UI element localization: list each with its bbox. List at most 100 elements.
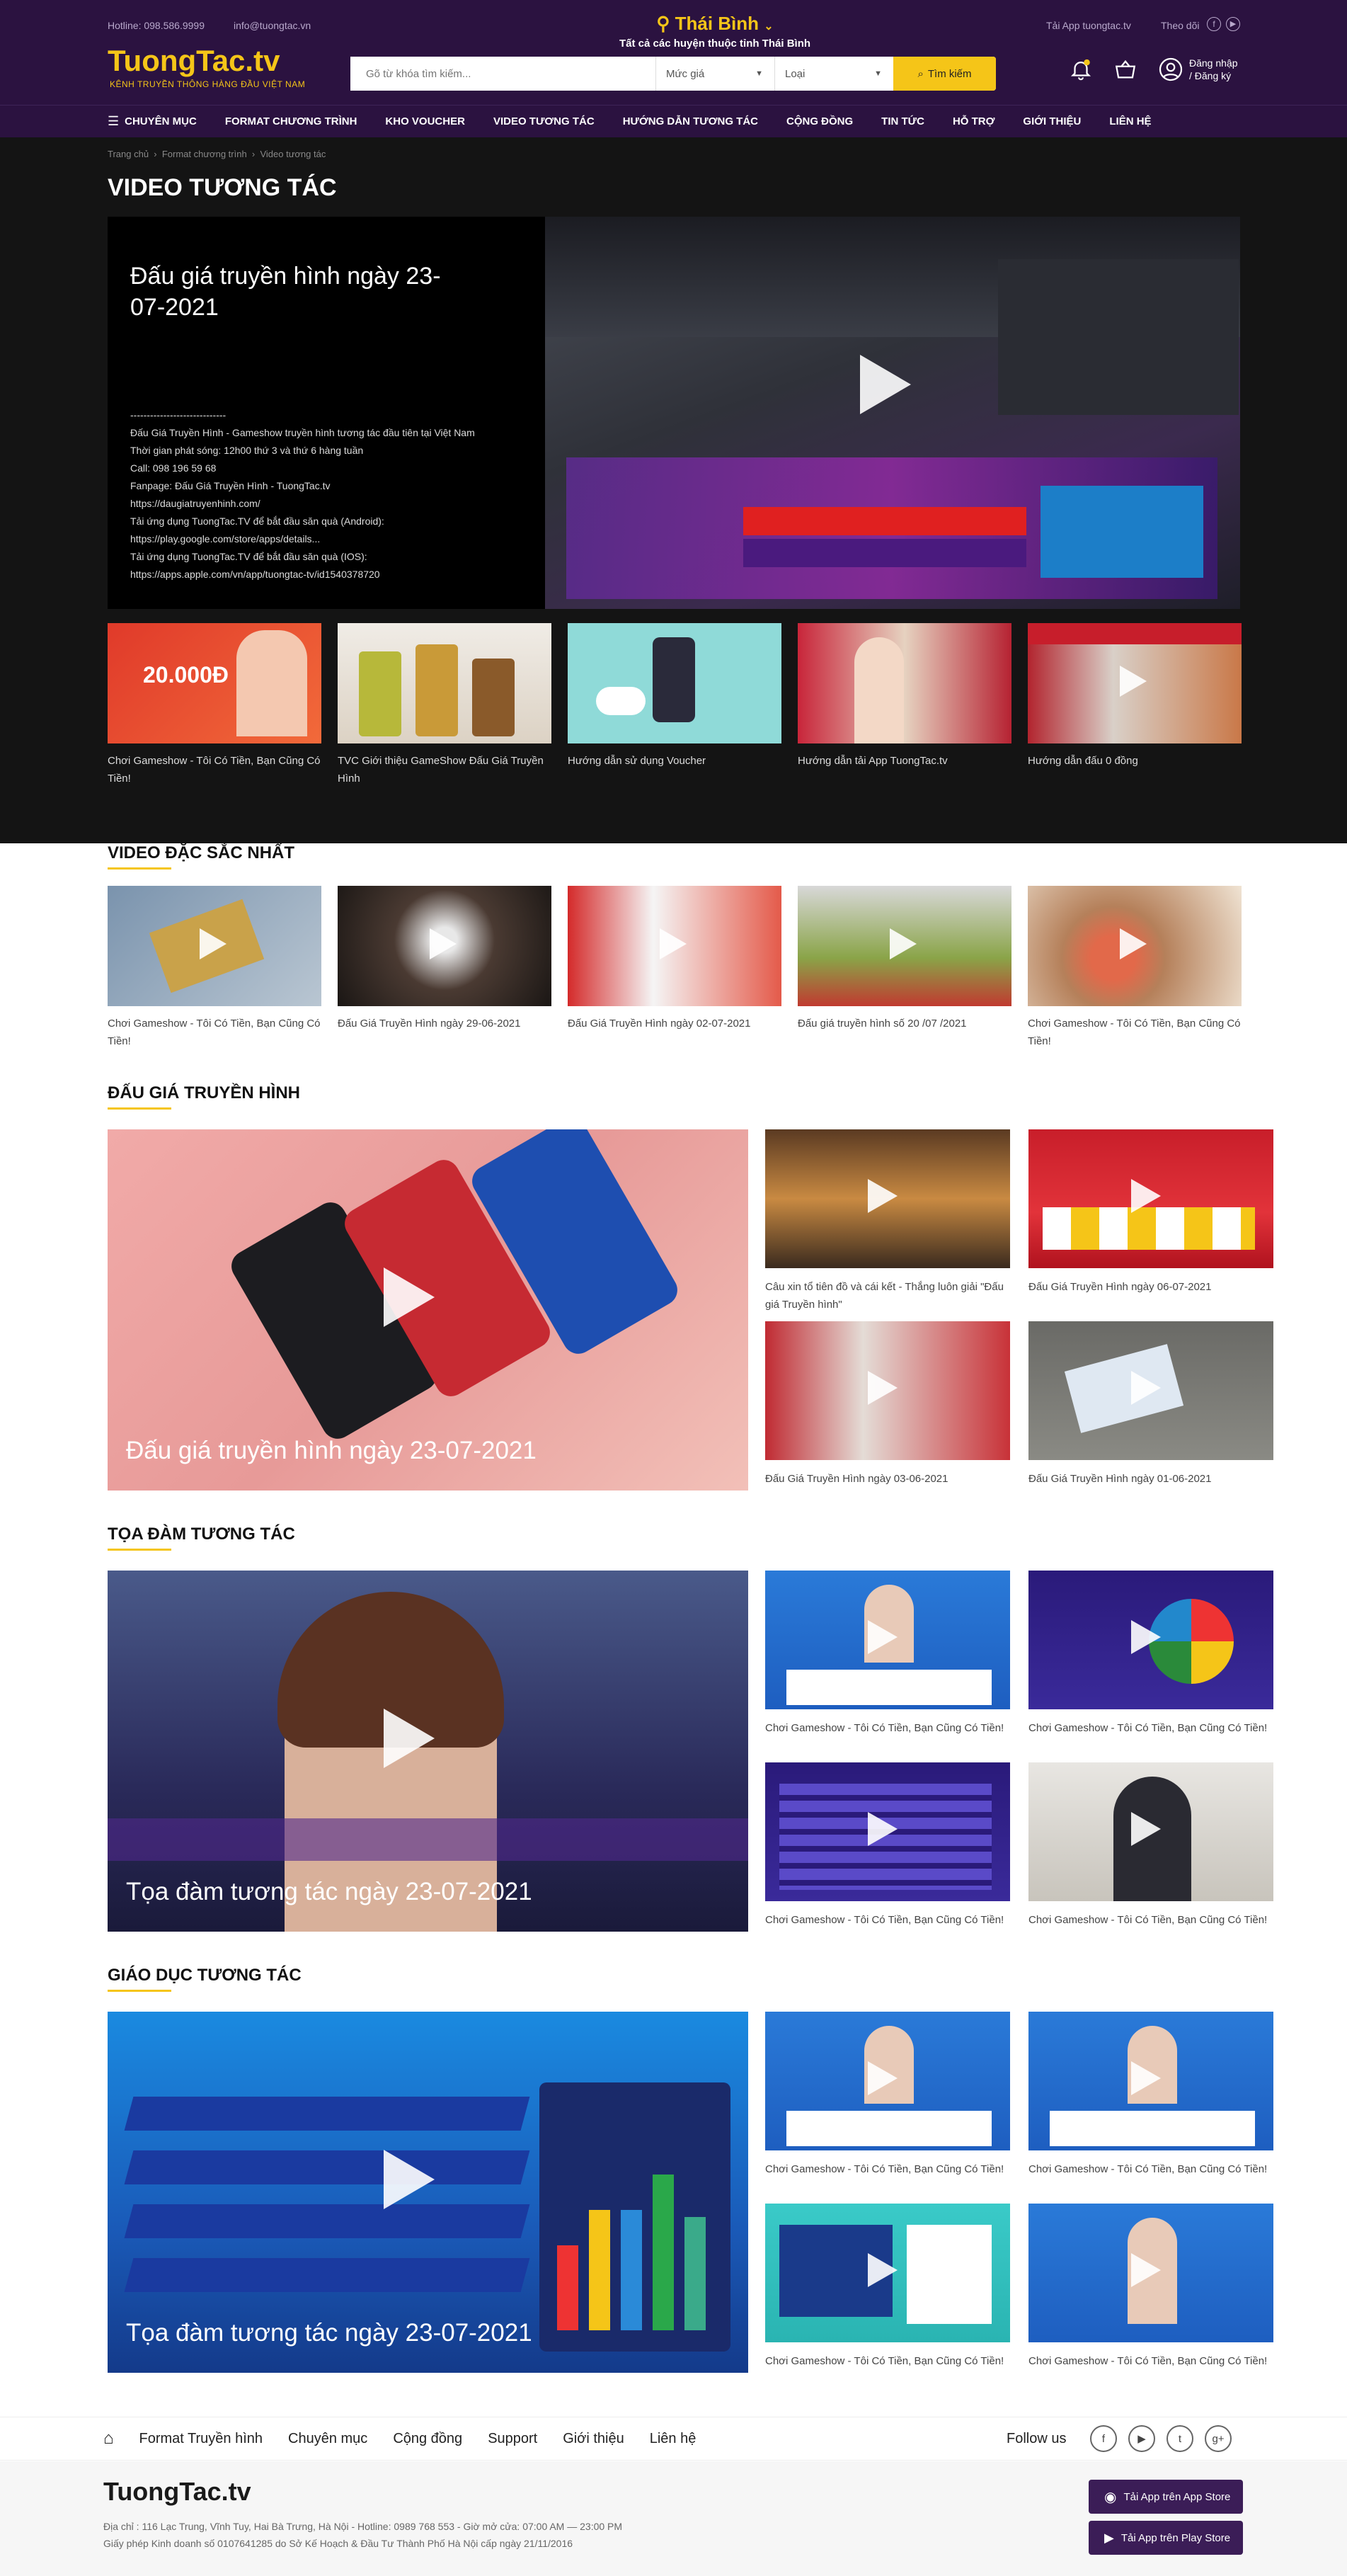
play-icon [868, 1620, 898, 1654]
featured-video-title: Tọa đàm tương tác ngày 23-07-2021 [126, 2319, 532, 2347]
youtube-icon[interactable]: ▶ [1226, 17, 1240, 31]
video-card[interactable]: Chơi Gameshow - Tôi Có Tiền, Bạn Cũng Có… [1028, 1762, 1273, 1929]
desc-link[interactable]: https://play.google.com/store/apps/detai… [130, 530, 527, 548]
play-icon [384, 2150, 435, 2209]
type-select[interactable]: Loại ▼ [774, 57, 893, 91]
login-link[interactable]: Đăng nhập / Đăng ký [1158, 57, 1238, 82]
featured-video-title: Tọa đàm tương tác ngày 23-07-2021 [126, 1878, 532, 1905]
playstore-button[interactable]: ▶ Tải App trên Play Store [1089, 2521, 1243, 2555]
play-icon [868, 2253, 898, 2287]
nav-item[interactable]: GIỚI THIỆU [1023, 115, 1081, 127]
video-card[interactable]: Đấu Giá Truyền Hình ngày 02-07-2021 [568, 886, 781, 1050]
video-card[interactable]: 20.000Đ Chơi Gameshow - Tôi Có Tiền, Bạn… [108, 623, 321, 787]
video-card[interactable]: Hướng dẫn sử dụng Voucher [568, 623, 781, 787]
play-icon [1131, 2061, 1161, 2095]
video-card[interactable]: Chơi Gameshow - Tôi Có Tiền, Bạn Cũng Có… [108, 886, 321, 1050]
search-button-label: Tìm kiếm [927, 67, 972, 80]
email-link[interactable]: info@tuongtac.vn [234, 20, 311, 31]
breadcrumb-item: Video tương tác [260, 149, 326, 159]
video-title: Hướng dẫn đấu 0 đồng [1028, 755, 1138, 767]
footer-logo[interactable]: TuongTac.tv [103, 2477, 251, 2507]
video-card[interactable]: Chơi Gameshow - Tôi Có Tiền, Bạn Cũng Có… [1028, 886, 1242, 1050]
nav-item[interactable]: HƯỚNG DẪN TƯƠNG TÁC [623, 115, 758, 127]
video-card[interactable]: Đấu Giá Truyền Hình ngày 29-06-2021 [338, 886, 551, 1050]
hero-info-panel: Đấu giá truyền hình ngày 23-07-2021 ----… [108, 217, 545, 609]
footer-nav-item[interactable]: Chuyên mục [288, 2431, 367, 2447]
nav-item[interactable]: CỘNG ĐỒNG [786, 115, 853, 127]
play-icon [384, 1709, 435, 1768]
appstore-label: Tải App trên App Store [1123, 2490, 1231, 2503]
desc-link[interactable]: https://apps.apple.com/vn/app/tuongtac-t… [130, 566, 527, 583]
menu-icon[interactable]: ☰ [108, 114, 119, 129]
video-title: Chơi Gameshow - Tôi Có Tiền, Bạn Cũng Có… [765, 2163, 1004, 2175]
location-selector[interactable]: ⚲ Thái Bình ⌄ Tất cả các huyện thuộc tỉn… [566, 13, 864, 50]
video-title: Đấu Giá Truyền Hình ngày 06-07-2021 [1028, 1281, 1212, 1293]
video-title: Chơi Gameshow - Tôi Có Tiền, Bạn Cũng Có… [765, 1914, 1004, 1926]
video-card[interactable]: Hướng dẫn đấu 0 đồng [1028, 623, 1242, 787]
video-card[interactable]: Chơi Gameshow - Tôi Có Tiền, Bạn Cũng Có… [765, 1762, 1010, 1929]
caret-down-icon: ▼ [874, 69, 882, 78]
play-icon [430, 928, 457, 959]
footer-nav-item[interactable]: Liên hệ [650, 2431, 697, 2447]
app-download-label[interactable]: Tải App tuongtac.tv [1046, 20, 1131, 31]
facebook-icon[interactable]: f [1090, 2425, 1117, 2452]
desc-line: ----------------------------- [130, 409, 227, 421]
play-icon [868, 1812, 898, 1846]
video-card[interactable]: Chơi Gameshow - Tôi Có Tiền, Bạn Cũng Có… [765, 2012, 1010, 2178]
play-icon [1131, 2253, 1161, 2287]
site-logo[interactable]: TuongTac.tv [108, 44, 280, 78]
user-icon [1159, 57, 1183, 81]
home-icon[interactable]: ⌂ [103, 2429, 114, 2449]
desc-link[interactable]: https://daugiatruyenhinh.com/ [130, 495, 527, 513]
video-card[interactable]: Chơi Gameshow - Tôi Có Tiền, Bạn Cũng Có… [765, 1571, 1010, 1737]
video-card[interactable]: Chơi Gameshow - Tôi Có Tiền, Bạn Cũng Có… [1028, 1571, 1273, 1737]
appstore-button[interactable]: ◉ Tải App trên App Store [1089, 2480, 1243, 2514]
caret-down-icon: ▼ [755, 69, 763, 78]
nav-item[interactable]: LIÊN HỆ [1109, 115, 1151, 127]
nav-item[interactable]: CHUYÊN MỤC [125, 115, 197, 127]
search-input[interactable] [350, 57, 655, 91]
video-card[interactable]: Chơi Gameshow - Tôi Có Tiền, Bạn Cũng Có… [1028, 2012, 1273, 2178]
breadcrumb-item[interactable]: Trang chủ [108, 149, 149, 159]
nav-item[interactable]: VIDEO TƯƠNG TÁC [493, 115, 595, 127]
footer-nav-item[interactable]: Support [488, 2431, 537, 2447]
hero-thumbnail-row: 20.000Đ Chơi Gameshow - Tôi Có Tiền, Bạn… [108, 623, 1242, 787]
play-icon[interactable] [860, 355, 911, 414]
video-card[interactable]: Đấu Giá Truyền Hình ngày 01-06-2021 [1028, 1321, 1273, 1488]
video-card[interactable]: Câu xin tổ tiên đồ và cái kết - Thắng lu… [765, 1129, 1010, 1313]
featured-video[interactable]: Tọa đàm tương tác ngày 23-07-2021 [108, 1571, 748, 1932]
search-bar: Mức giá ▼ Loại ▼ ⌕Tìm kiếm [350, 57, 996, 91]
featured-video[interactable]: Tọa đàm tương tác ngày 23-07-2021 [108, 2012, 748, 2373]
twitter-icon[interactable]: t [1167, 2425, 1193, 2452]
video-card[interactable]: Chơi Gameshow - Tôi Có Tiền, Bạn Cũng Có… [765, 2204, 1010, 2370]
footer-nav-item[interactable]: Cộng đồng [393, 2431, 462, 2447]
hero-video-player[interactable] [545, 217, 1240, 609]
hotline-text: Hotline: 098.586.9999 [108, 20, 205, 31]
video-card[interactable]: Đấu Giá Truyền Hình ngày 06-07-2021 [1028, 1129, 1273, 1296]
video-title: Chơi Gameshow - Tôi Có Tiền, Bạn Cũng Có… [1028, 1018, 1241, 1047]
youtube-icon[interactable]: ▶ [1128, 2425, 1155, 2452]
price-select[interactable]: Mức giá ▼ [655, 57, 774, 91]
desc-line: Tải ứng dụng TuongTac.TV để bắt đầu săn … [130, 551, 367, 562]
facebook-icon[interactable]: f [1207, 17, 1221, 31]
video-card[interactable]: Hướng dẫn tải App TuongTac.tv [798, 623, 1011, 787]
google-plus-icon[interactable]: g+ [1205, 2425, 1232, 2452]
footer-nav-item[interactable]: Giới thiệu [563, 2431, 624, 2447]
footer-nav-item[interactable]: Format Truyền hình [139, 2431, 263, 2447]
video-title: Chơi Gameshow - Tôi Có Tiền, Bạn Cũng Có… [108, 1018, 321, 1047]
video-card[interactable]: TVC Giới thiệu GameShow Đấu Giá Truyền H… [338, 623, 551, 787]
nav-item[interactable]: KHO VOUCHER [385, 115, 465, 127]
desc-line: Đấu Giá Truyền Hình - Gameshow truyền hì… [130, 427, 475, 438]
search-button[interactable]: ⌕ Tìm kiếm [893, 57, 996, 91]
video-card[interactable]: Đấu Giá Truyền Hình ngày 03-06-2021 [765, 1321, 1010, 1488]
nav-item[interactable]: FORMAT CHƯƠNG TRÌNH [225, 115, 357, 127]
cart-icon[interactable] [1113, 57, 1138, 81]
breadcrumb-item[interactable]: Format chương trình [162, 149, 247, 159]
bell-icon[interactable] [1069, 57, 1093, 81]
video-card[interactable]: Chơi Gameshow - Tôi Có Tiền, Bạn Cũng Có… [1028, 2204, 1273, 2370]
featured-video[interactable]: Đấu giá truyền hình ngày 23-07-2021 [108, 1129, 748, 1491]
video-card[interactable]: Đấu giá truyền hình số 20 /07 /2021 [798, 886, 1011, 1050]
nav-item[interactable]: TIN TỨC [881, 115, 924, 127]
title-underline [108, 1107, 171, 1110]
nav-item[interactable]: HỖ TRỢ [953, 115, 995, 127]
